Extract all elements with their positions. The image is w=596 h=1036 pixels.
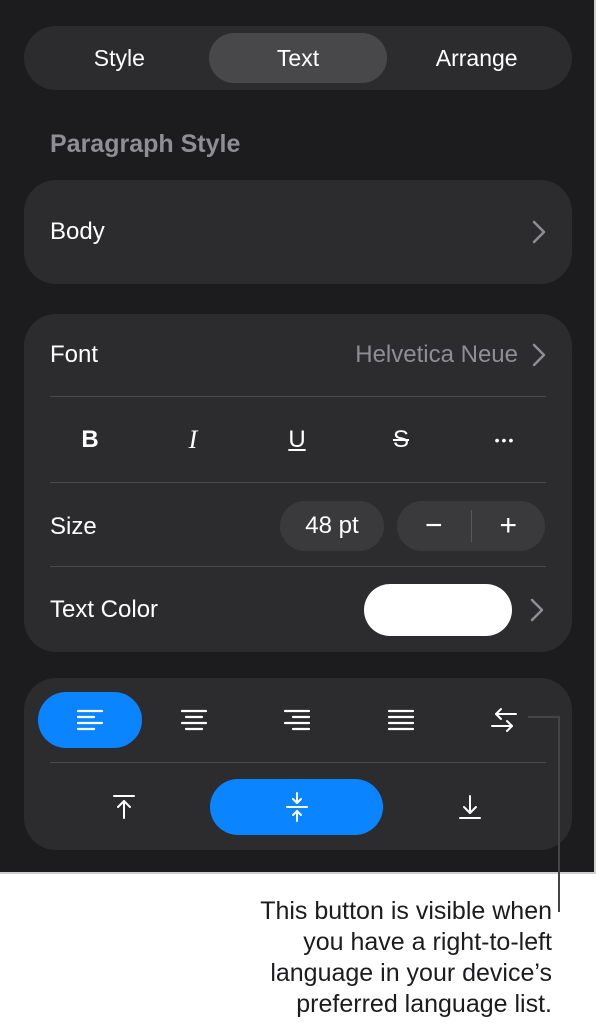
align-left-button[interactable] (38, 692, 142, 748)
strikethrough-button[interactable]: S (381, 420, 421, 460)
chevron-right-icon[interactable] (530, 598, 544, 627)
callout-line (558, 716, 560, 912)
tab-style[interactable]: Style (30, 33, 209, 83)
align-center-icon (180, 709, 208, 731)
font-size-value[interactable]: 48 pt (280, 501, 384, 551)
font-label: Font (50, 341, 99, 368)
align-bottom-icon (459, 795, 481, 819)
align-top-button[interactable] (72, 779, 176, 835)
text-direction-icon (491, 708, 517, 732)
text-color-swatch[interactable] (364, 584, 512, 636)
text-color-label: Text Color (50, 596, 159, 623)
callout-caption: This button is visible when you have a r… (260, 897, 552, 1018)
chevron-right-icon (532, 343, 546, 367)
align-left-icon (76, 709, 104, 731)
align-middle-icon (285, 792, 308, 822)
underline-button[interactable]: U (277, 420, 317, 460)
font-row[interactable]: Font Helvetica Neue (50, 314, 546, 396)
chevron-right-icon (532, 220, 546, 244)
divider (50, 762, 546, 763)
font-value: Helvetica Neue (355, 341, 518, 368)
paragraph-style-row[interactable]: Body (24, 180, 572, 284)
align-top-icon (113, 795, 135, 819)
paragraph-style-value: Body (50, 218, 105, 245)
paragraph-style-heading: Paragraph Style (50, 130, 241, 158)
divider (50, 396, 546, 397)
align-justify-icon (387, 709, 415, 731)
justify-button[interactable] (349, 692, 453, 748)
bold-button[interactable]: B (70, 420, 110, 460)
format-tabs: Style Text Arrange (24, 26, 572, 90)
divider (50, 482, 546, 483)
tab-text[interactable]: Text (208, 33, 388, 83)
align-middle-button[interactable] (210, 779, 383, 835)
text-direction-button[interactable] (452, 692, 556, 748)
italic-button[interactable]: I (173, 420, 213, 460)
divider (50, 566, 546, 567)
align-bottom-button[interactable] (418, 779, 522, 835)
more-options-button[interactable]: ••• (485, 420, 525, 460)
format-panel: Style Text Arrange Paragraph Style Body … (0, 0, 596, 874)
decrease-size-button[interactable]: − (397, 509, 471, 543)
align-center-button[interactable] (142, 692, 246, 748)
align-right-icon (283, 709, 311, 731)
size-label: Size (50, 513, 97, 540)
align-right-button[interactable] (245, 692, 349, 748)
callout-line (528, 716, 560, 718)
tab-arrange[interactable]: Arrange (387, 33, 566, 83)
increase-size-button[interactable]: + (472, 509, 546, 543)
font-size-stepper: − + (397, 501, 545, 551)
